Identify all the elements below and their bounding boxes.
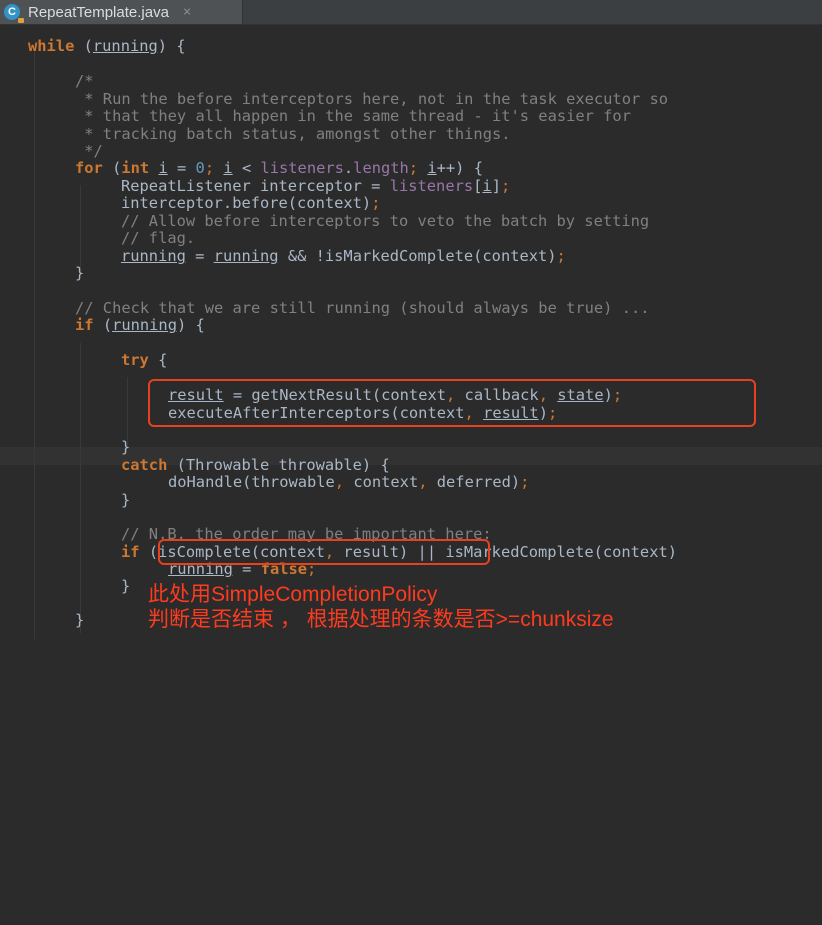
comment-line: * tracking batch status, amongst other t… (75, 125, 511, 143)
close-icon[interactable]: × (183, 4, 191, 20)
comment-line: * that they all happen in the same threa… (75, 107, 631, 125)
comment-line: * Run the before interceptors here, not … (75, 90, 669, 108)
code-line: if (running) { (75, 316, 205, 334)
code-line: } (121, 577, 131, 595)
code-line: } (75, 611, 85, 629)
editor-tab-repeattemplate[interactable]: C RepeatTemplate.java × (0, 0, 243, 24)
java-class-icon: C (4, 4, 24, 23)
code-line: } (121, 438, 131, 456)
code-content: while (running) { /* * Run the before in… (0, 25, 677, 925)
code-line: running = false; (168, 560, 317, 578)
code-line: executeAfterInterceptors(context, result… (168, 404, 558, 422)
code-line: while (running) { (28, 37, 186, 55)
code-line: } (121, 491, 131, 509)
code-line: result = getNextResult(context, callback… (168, 386, 623, 404)
comment-line: // N.B. the order may be important here: (121, 525, 492, 543)
comment-line: */ (75, 142, 103, 160)
code-editor[interactable]: while (running) { /* * Run the before in… (0, 25, 822, 639)
tab-title: RepeatTemplate.java (28, 3, 169, 21)
indent-guide (80, 185, 81, 275)
code-line: try { (121, 351, 168, 369)
code-line: interceptor.before(context); (121, 194, 381, 212)
comment-line: // Check that we are still running (shou… (75, 299, 650, 317)
annotation-line-1: 此处用SimpleCompletionPolicy (148, 583, 438, 606)
code-line: catch (Throwable throwable) { (121, 456, 390, 474)
code-line: running = running && !isMarkedComplete(c… (121, 247, 566, 265)
comment-line: // Allow before interceptors to veto the… (121, 212, 650, 230)
lock-icon (18, 18, 24, 23)
code-line: for (int i = 0; i < listeners.length; i+… (75, 159, 483, 177)
indent-guide (80, 343, 81, 633)
code-line: doHandle(throwable, context, deferred); (168, 473, 530, 491)
code-line: RepeatListener interceptor = listeners[i… (121, 177, 511, 195)
editor-tab-bar: C RepeatTemplate.java × (0, 0, 822, 25)
code-line: } (75, 264, 85, 282)
comment-line: /* (75, 72, 94, 90)
comment-line: // flag. (121, 229, 196, 247)
code-line: if (isComplete(context, result) || isMar… (121, 543, 677, 561)
indent-guide (127, 377, 128, 447)
annotation-line-2: 判断是否结束 ， 根据处理的条数是否>=chunksize (148, 608, 614, 631)
